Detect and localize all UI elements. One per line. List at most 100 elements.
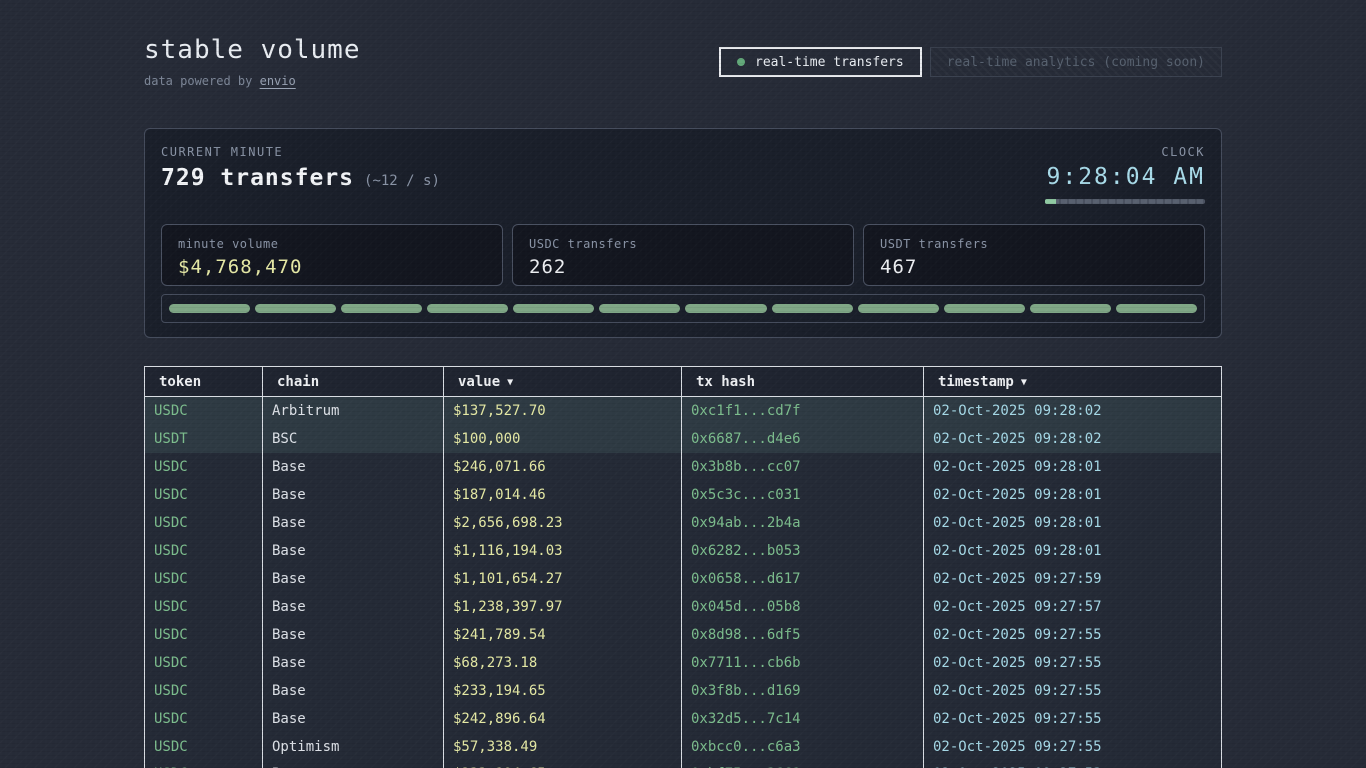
current-minute-block: CURRENT MINUTE 729 transfers (~12 / s)	[161, 145, 440, 204]
cell-timestamp: 02-Oct-2025 09:27:57	[924, 593, 1222, 621]
envio-link[interactable]: envio	[260, 74, 296, 88]
activity-segment	[944, 304, 1025, 313]
table-row: USDCBase$1,238,397.970x045d...05b802-Oct…	[145, 593, 1222, 621]
table-row: USDCBase$246,071.660x3b8b...cc0702-Oct-2…	[145, 453, 1222, 481]
table-row: USDCOptimism$57,338.490xbcc0...c6a302-Oc…	[145, 733, 1222, 761]
cell-txhash[interactable]: 0xbf75...3661	[682, 761, 924, 768]
cell-txhash[interactable]: 0x3b8b...cc07	[682, 453, 924, 481]
tab-realtime-analytics[interactable]: real-time analytics (coming soon)	[930, 47, 1222, 77]
cell-value: $57,338.49	[444, 733, 682, 761]
cell-token: USDT	[145, 425, 263, 453]
cell-timestamp: 02-Oct-2025 09:27:55	[924, 621, 1222, 649]
activity-segment	[1030, 304, 1111, 313]
cell-timestamp: 02-Oct-2025 09:27:55	[924, 705, 1222, 733]
cell-chain: Base	[263, 705, 444, 733]
column-header-chain: chain	[263, 367, 444, 397]
cell-timestamp: 02-Oct-2025 09:27:53	[924, 761, 1222, 768]
stat-box-usdc-transfers: USDC transfers 262	[512, 224, 854, 286]
table-row: USDCBase$68,273.180x7711...cb6b02-Oct-20…	[145, 649, 1222, 677]
cell-value: $100,000	[444, 425, 682, 453]
activity-segment	[685, 304, 766, 313]
table-row: USDCBase$242,896.640x32d5...7c1402-Oct-2…	[145, 705, 1222, 733]
usdc-transfers-value: 262	[529, 256, 837, 278]
stat-boxes: minute volume $4,768,470 USDC transfers …	[161, 224, 1205, 286]
usdt-transfers-value: 467	[880, 256, 1188, 278]
cell-txhash[interactable]: 0xc1f1...cd7f	[682, 397, 924, 425]
cell-txhash[interactable]: 0x94ab...2b4a	[682, 509, 924, 537]
current-minute-label: CURRENT MINUTE	[161, 145, 440, 159]
cell-timestamp: 02-Oct-2025 09:28:01	[924, 453, 1222, 481]
cell-txhash[interactable]: 0x3f8b...d169	[682, 677, 924, 705]
stat-box-minute-volume: minute volume $4,768,470	[161, 224, 503, 286]
cell-token: USDC	[145, 397, 263, 425]
table-row: USDTBSC$100,0000x6687...d4e602-Oct-2025 …	[145, 425, 1222, 453]
tab-label: real-time analytics (coming soon)	[947, 55, 1205, 70]
column-header-txhash: tx hash	[682, 367, 924, 397]
cell-chain: Base	[263, 565, 444, 593]
cell-token: USDC	[145, 621, 263, 649]
clock-progress-bar	[1045, 199, 1205, 204]
cell-token: USDC	[145, 509, 263, 537]
cell-chain: Base	[263, 621, 444, 649]
table-header: token chain value▼ tx hash timestamp▼	[145, 367, 1222, 397]
cell-txhash[interactable]: 0x32d5...7c14	[682, 705, 924, 733]
table-row: USDCArbitrum$137,527.700xc1f1...cd7f02-O…	[145, 397, 1222, 425]
cell-value: $1,101,654.27	[444, 565, 682, 593]
activity-segment	[255, 304, 336, 313]
page: stable volume data powered by envio real…	[144, 0, 1222, 768]
cell-chain: Base	[263, 649, 444, 677]
cell-value: $233,194.65	[444, 761, 682, 768]
cell-value: $242,896.64	[444, 705, 682, 733]
table-row: USDCBase$1,101,654.270x0658...d61702-Oct…	[145, 565, 1222, 593]
activity-segment	[169, 304, 250, 313]
header: stable volume data powered by envio real…	[144, 0, 1222, 88]
cell-txhash[interactable]: 0xbcc0...c6a3	[682, 733, 924, 761]
cell-chain: Arbitrum	[263, 397, 444, 425]
table-row: USDCBase$233,194.650x3f8b...d16902-Oct-2…	[145, 677, 1222, 705]
cell-txhash[interactable]: 0x8d98...6df5	[682, 621, 924, 649]
live-dot-icon	[737, 58, 745, 66]
cell-txhash[interactable]: 0x6687...d4e6	[682, 425, 924, 453]
activity-segment	[858, 304, 939, 313]
cell-txhash[interactable]: 0x7711...cb6b	[682, 649, 924, 677]
cell-token: USDC	[145, 649, 263, 677]
clock-progress-fill	[1045, 199, 1056, 204]
cell-value: $241,789.54	[444, 621, 682, 649]
cell-timestamp: 02-Oct-2025 09:27:55	[924, 677, 1222, 705]
table-row: USDCBase$1,116,194.030x6282...b05302-Oct…	[145, 537, 1222, 565]
sort-desc-icon: ▼	[507, 377, 513, 388]
transfers-rate: (~12 / s)	[364, 173, 440, 189]
table-row: USDCBase$187,014.460x5c3c...c03102-Oct-2…	[145, 481, 1222, 509]
cell-value: $137,527.70	[444, 397, 682, 425]
stat-box-usdt-transfers: USDT transfers 467	[863, 224, 1205, 286]
cell-txhash[interactable]: 0x045d...05b8	[682, 593, 924, 621]
stats-panel: CURRENT MINUTE 729 transfers (~12 / s) C…	[144, 128, 1222, 338]
table-body: USDCArbitrum$137,527.700xc1f1...cd7f02-O…	[145, 397, 1222, 768]
cell-chain: Base	[263, 761, 444, 768]
cell-txhash[interactable]: 0x6282...b053	[682, 537, 924, 565]
cell-chain: BSC	[263, 425, 444, 453]
column-header-timestamp[interactable]: timestamp▼	[924, 367, 1222, 397]
cell-chain: Base	[263, 509, 444, 537]
stat-label: USDT transfers	[880, 237, 1188, 251]
tab-realtime-transfers[interactable]: real-time transfers	[719, 47, 922, 77]
cell-value: $187,014.46	[444, 481, 682, 509]
column-header-value[interactable]: value▼	[444, 367, 682, 397]
cell-txhash[interactable]: 0x0658...d617	[682, 565, 924, 593]
stat-label: minute volume	[178, 237, 486, 251]
sort-desc-icon: ▼	[1021, 377, 1027, 388]
cell-txhash[interactable]: 0x5c3c...c031	[682, 481, 924, 509]
cell-timestamp: 02-Oct-2025 09:28:01	[924, 537, 1222, 565]
activity-segment	[427, 304, 508, 313]
cell-token: USDC	[145, 453, 263, 481]
stat-label: USDC transfers	[529, 237, 837, 251]
cell-value: $68,273.18	[444, 649, 682, 677]
cell-value: $246,071.66	[444, 453, 682, 481]
cell-chain: Base	[263, 453, 444, 481]
activity-segment	[1116, 304, 1197, 313]
tab-bar: real-time transfers real-time analytics …	[719, 47, 1222, 77]
cell-token: USDC	[145, 761, 263, 768]
subtitle: data powered by envio	[144, 74, 361, 88]
cell-token: USDC	[145, 565, 263, 593]
cell-value: $1,238,397.97	[444, 593, 682, 621]
